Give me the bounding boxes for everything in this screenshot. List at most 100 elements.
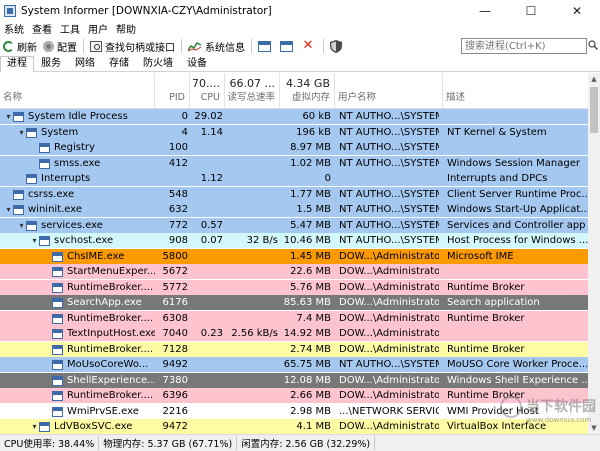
tab-network[interactable]: 网络 <box>68 56 102 71</box>
process-io: 32 B/s <box>246 235 278 246</box>
expand-chevron-icon[interactable]: ▾ <box>17 125 26 140</box>
process-memory: 2.74 MB <box>290 344 331 355</box>
tab-firewall[interactable]: 防火墙 <box>136 56 180 71</box>
process-cpu <box>190 295 223 310</box>
expand-chevron-icon[interactable]: ▾ <box>4 202 13 217</box>
process-row[interactable]: ▾ LdVBoxSVC.exe 9472 4.1 MB DOW...\Administr… <box>0 419 588 434</box>
process-row[interactable]: Interrupts 1.12 0 Interrupts and DPCs <box>0 171 588 186</box>
process-row[interactable]: RuntimeBroker.... 5772 5.76 MB DOW...\Admin… <box>0 280 588 295</box>
tab-devices[interactable]: 设备 <box>180 56 214 71</box>
maximize-button[interactable]: ☐ <box>508 0 554 21</box>
process-name-cell: ▾ System <box>0 125 155 140</box>
process-tree: ▾ System Idle Process 0 29.02 60 kB NT AUTHO.… <box>0 109 588 434</box>
process-name: RuntimeBroker.... <box>67 282 154 293</box>
process-memory: 10.46 MB <box>283 235 331 246</box>
expand-chevron-icon[interactable]: ▾ <box>30 419 39 434</box>
process-row[interactable]: ChsIME.exe 5800 1.45 MB DOW...\Administrato… <box>0 249 588 264</box>
scroll-down-icon[interactable]: ▼ <box>588 422 600 434</box>
column-desc-label: 描述 <box>446 92 466 103</box>
process-pid: 9492 <box>162 359 188 370</box>
close-button[interactable]: ✕ <box>554 0 600 21</box>
column-user[interactable]: 用户名称 <box>335 73 443 108</box>
process-pid: 632 <box>168 204 188 215</box>
sysinfo-button[interactable]: 系统信息 <box>185 38 248 55</box>
tab-disk[interactable]: 存储 <box>102 56 136 71</box>
process-memory: 4.1 MB <box>296 421 331 432</box>
search-icon[interactable] <box>588 40 598 50</box>
process-row[interactable]: SearchApp.exe 6176 85.63 MB DOW...\Administ… <box>0 295 588 310</box>
process-row[interactable]: ▾ wininit.exe 632 1.5 MB NT AUTHO...\SYSTEM W… <box>0 202 588 217</box>
process-row[interactable]: TextInputHost.exe 7040 0.23 2.56 kB/s 14.92 … <box>0 326 588 341</box>
process-io <box>227 373 278 388</box>
scroll-thumb[interactable] <box>590 87 598 133</box>
process-io <box>227 218 278 233</box>
process-row[interactable]: ShellExperience... 7380 12.08 MB DOW...\Adm… <box>0 373 588 388</box>
options-button[interactable]: 配置 <box>40 38 80 55</box>
process-io <box>227 404 278 419</box>
window-menu-button[interactable] <box>277 38 299 55</box>
expand-chevron-icon[interactable]: ▾ <box>17 218 26 233</box>
process-user: DOW...\Administrator <box>339 328 439 339</box>
window-button[interactable] <box>255 38 277 55</box>
process-row[interactable]: WmiPrvSE.exe 2216 2.98 MB ...\NETWORK SERVI… <box>0 404 588 419</box>
process-user: DOW...\Administrator <box>339 390 439 401</box>
process-row[interactable]: ▾ System Idle Process 0 29.02 60 kB NT AUTHO.… <box>0 109 588 124</box>
sysinfo-label: 系统信息 <box>205 42 245 54</box>
process-name: System Idle Process <box>28 111 128 122</box>
process-row[interactable]: MoUsoCoreWo... 9492 65.75 MB NT AUTHO...\SY… <box>0 357 588 372</box>
menu-help[interactable]: 帮助 <box>112 21 140 36</box>
process-memory: 1.02 MB <box>290 158 331 169</box>
expand-chevron-icon[interactable]: ▾ <box>30 233 39 248</box>
process-pid: 0 <box>181 111 188 122</box>
process-row[interactable]: ▾ svchost.exe 908 0.07 32 B/s 10.46 MB NT AUTH… <box>0 233 588 248</box>
menu-users[interactable]: 用户 <box>84 21 112 36</box>
menu-view[interactable]: 查看 <box>28 21 56 36</box>
refresh-button[interactable]: 刷新 <box>0 38 40 55</box>
process-icon <box>26 127 37 138</box>
process-io <box>227 109 278 124</box>
shield-button[interactable] <box>327 38 348 55</box>
column-io[interactable]: 66.07 ... 读写总速率 <box>225 73 280 108</box>
process-row[interactable]: Registry 100 8.97 MB NT AUTHO...\SYSTEM <box>0 140 588 155</box>
toolbar-separator <box>83 39 84 53</box>
process-user: DOW...\Administrator <box>339 313 439 324</box>
column-name[interactable]: 名称 <box>0 73 155 108</box>
status-free-memory: 闲置内存: 2.56 GB (32.29%) <box>237 436 376 450</box>
process-row[interactable]: RuntimeBroker.... 7128 2.74 MB DOW...\Admin… <box>0 342 588 357</box>
menu-tools[interactable]: 工具 <box>56 21 84 36</box>
toolbar-separator <box>181 39 182 53</box>
process-user: ...\NETWORK SERVICE <box>339 406 439 417</box>
process-user: DOW...\Administrator <box>339 282 439 293</box>
process-user: DOW...\Administrator <box>339 375 439 386</box>
column-desc[interactable]: 描述 <box>443 73 588 108</box>
search-input[interactable] <box>461 38 587 54</box>
vertical-scrollbar[interactable]: ▲ ▼ <box>588 73 600 434</box>
find-handles-button[interactable]: 查找句柄或接口 <box>87 38 178 55</box>
scroll-up-icon[interactable]: ▲ <box>588 73 600 85</box>
process-icon <box>26 220 37 231</box>
process-cpu <box>190 388 223 403</box>
expand-chevron-icon[interactable]: ▾ <box>4 109 13 124</box>
column-user-label: 用户名称 <box>338 92 377 103</box>
process-row[interactable]: ▾ services.exe 772 0.57 5.47 MB NT AUTHO...\S… <box>0 218 588 233</box>
minimize-button[interactable]: — <box>462 0 508 21</box>
terminate-icon: ✕ <box>302 38 314 53</box>
column-cpu[interactable]: 70.... CPU <box>190 73 225 108</box>
tab-services[interactable]: 服务 <box>34 56 68 71</box>
process-row[interactable]: RuntimeBroker.... 6396 2.66 MB DOW...\Admin… <box>0 388 588 403</box>
process-row[interactable]: smss.exe 412 1.02 MB NT AUTHO...\SYSTEM Wind… <box>0 156 588 171</box>
process-io <box>227 280 278 295</box>
process-row[interactable]: ▾ System 4 1.14 196 kB NT AUTHO...\SYSTEM NT K… <box>0 125 588 140</box>
process-cpu <box>190 202 223 217</box>
process-row[interactable]: StartMenuExper... 5672 22.6 MB DOW...\Admin… <box>0 264 588 279</box>
column-pid[interactable]: PID <box>155 73 190 108</box>
process-icon <box>39 235 50 246</box>
column-mem[interactable]: 4.34 GB 虚拟内存 <box>280 73 335 108</box>
process-io <box>227 202 278 217</box>
process-row[interactable]: csrss.exe 548 1.77 MB NT AUTHO...\SYSTEM Cli… <box>0 187 588 202</box>
terminate-button[interactable]: ✕ <box>299 38 320 55</box>
tab-processes[interactable]: 进程 <box>0 56 34 72</box>
process-pid: 7040 <box>162 328 188 339</box>
menu-system[interactable]: 系统 <box>0 21 28 36</box>
process-row[interactable]: RuntimeBroker.... 6308 7.4 MB DOW...\Admini… <box>0 311 588 326</box>
